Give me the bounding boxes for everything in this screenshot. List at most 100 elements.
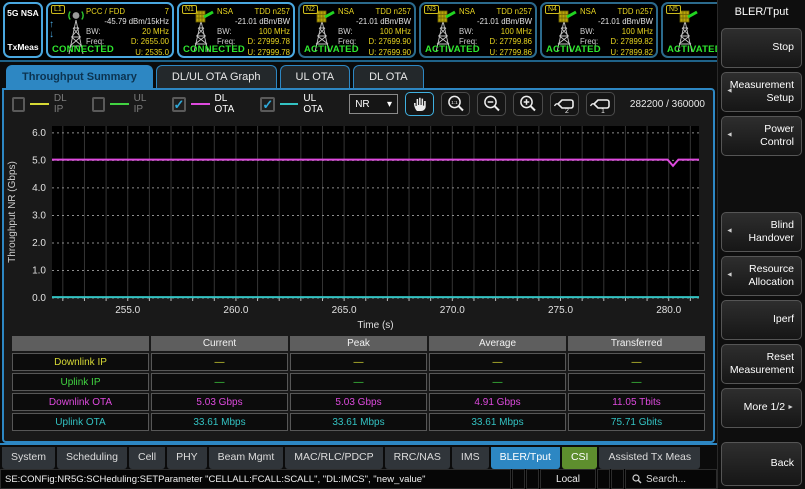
bottom-tab-assisted-tx-meas[interactable]: Assisted Tx Meas <box>599 447 700 469</box>
row-label: Downlink IP <box>12 353 149 371</box>
pan-button[interactable] <box>405 92 434 116</box>
svg-text:0.0: 0.0 <box>32 293 46 304</box>
tab-ul-ota[interactable]: UL OTA <box>280 65 351 88</box>
bottom-tab-ims[interactable]: IMS <box>452 447 489 469</box>
ul-dl-arrows-icon: ↑↓ <box>49 20 54 40</box>
bw-value: 100 MHz <box>622 27 653 37</box>
freq-ul: U: 2535.0 <box>135 48 169 58</box>
legend-checkbox[interactable]: ✓ <box>172 97 187 112</box>
bw-label: BW: <box>217 27 232 37</box>
bottom-tab-csi[interactable]: CSI <box>562 447 598 469</box>
submenu-left-arrow-icon: ◄ <box>726 228 733 237</box>
cell-title-row: PCC / FDD7 <box>86 7 169 17</box>
svg-text:265.0: 265.0 <box>332 305 357 316</box>
cell-panel-l1[interactable]: L1↑↓PCC / FDD7-45.79 dBm/15kHzBW:20 MHzF… <box>46 2 174 58</box>
freq-ul: U: 27899.82 <box>611 48 653 58</box>
tab-dl-ul-ota-graph[interactable]: DL/UL OTA Graph <box>156 65 277 88</box>
table-row: Uplink IP———— <box>12 373 705 391</box>
tab-throughput-summary[interactable]: Throughput Summary <box>6 65 153 88</box>
softkey-blind-handover[interactable]: ◄Blind Handover <box>721 212 802 252</box>
softkey-title: BLER/Tput <box>721 0 802 24</box>
row-value: 5.03 Gbps <box>290 393 427 411</box>
zoom-in-icon <box>518 94 538 114</box>
cell-connection-status: ACTIVATED <box>667 44 717 55</box>
cell-panel-n3[interactable]: N3NSATDD n257-21.01 dBm/BWBW:100 MHzFreq… <box>419 2 537 58</box>
bottom-tab-bler-tput[interactable]: BLER/Tput <box>491 447 560 469</box>
cell-title-row: NSATDD n257 <box>459 7 532 17</box>
throughput-table: CurrentPeakAverageTransferredDownlink IP… <box>10 334 707 433</box>
status-cell-2 <box>526 469 539 489</box>
cell-panel-n2[interactable]: N2NSATDD n257-21.01 dBm/BWBW:100 MHzFreq… <box>298 2 416 58</box>
throughput-chart[interactable]: 0.01.02.03.04.05.06.0255.0260.0265.0270.… <box>4 118 713 332</box>
scpi-command-text: SE:CONFig:NR5G:SCHeduling:SETParameter "… <box>0 469 511 489</box>
graph-toolbar: DL IPUL IP✓DL OTA✓UL OTANR▾1:121282200 /… <box>4 90 713 118</box>
cell-panel-n1[interactable]: N1NSATDD n257-21.01 dBm/BWBW:100 MHzFreq… <box>177 2 295 58</box>
cell-mode: NSA <box>217 7 233 17</box>
cell-band: 7 <box>165 7 169 17</box>
zoom-out-icon <box>482 94 502 114</box>
legend-checkbox[interactable] <box>92 97 105 112</box>
cell-mode: NSA <box>338 7 354 17</box>
bottom-tab-system[interactable]: System <box>2 447 55 469</box>
zoom-1-1-button[interactable]: 1:1 <box>441 92 470 116</box>
bottom-tab-mac-rlc-pdcp[interactable]: MAC/RLC/PDCP <box>285 447 382 469</box>
cell-power: -21.01 dBm/BW <box>459 17 532 27</box>
y-axis-label: Throughput NR (Gbps) <box>7 161 18 263</box>
bottom-tab-rrc-nas[interactable]: RRC/NAS <box>385 447 450 469</box>
status-bar: SE:CONFig:NR5G:SCHeduling:SETParameter "… <box>0 469 717 489</box>
tech-select[interactable]: NR▾ <box>349 94 398 114</box>
zoom-out-button[interactable] <box>477 92 506 116</box>
cell-badge: N3 <box>424 5 439 14</box>
softkey-more-1-2[interactable]: More 1/2► <box>721 388 802 428</box>
legend-checkbox[interactable]: ✓ <box>260 97 275 112</box>
zoom-region-2-button[interactable]: 2 <box>550 92 579 116</box>
bottom-tab-cell[interactable]: Cell <box>129 447 165 469</box>
bw-label: BW: <box>338 27 353 37</box>
softkey-back[interactable]: Back <box>721 442 802 486</box>
row-value: — <box>290 373 427 391</box>
softkey-power-control[interactable]: ◄Power Control <box>721 116 802 156</box>
table-header-cell: Peak <box>290 336 427 351</box>
svg-text:1:1: 1:1 <box>451 100 458 105</box>
softkey-reset-measurement[interactable]: Reset Measurement <box>721 344 802 384</box>
local-mode-indicator[interactable]: Local <box>540 469 596 489</box>
cell-connection-status: CONNECTED <box>183 44 245 55</box>
bw-value: 20 MHz <box>142 27 169 37</box>
softkey-label: Reset Measurement <box>730 351 794 377</box>
submenu-left-arrow-icon: ◄ <box>726 272 733 281</box>
legend-checkbox[interactable] <box>12 97 25 112</box>
svg-text:1: 1 <box>601 108 605 114</box>
svg-text:275.0: 275.0 <box>548 305 573 316</box>
legend-line-sample <box>191 103 209 105</box>
instrument-brand: 5G NSA TxMeas <box>3 2 43 58</box>
cell-band: TDD n257 <box>254 7 290 17</box>
cell-badge: N2 <box>303 5 318 14</box>
search-box[interactable]: Search... <box>625 469 717 489</box>
softkey-iperf[interactable]: Iperf <box>721 300 802 340</box>
row-value: — <box>290 353 427 371</box>
brand-line1: 5G NSA <box>7 8 39 18</box>
legend-ul-ota: ✓ UL OTA <box>260 93 332 115</box>
softkey-measurement-setup[interactable]: ◄Measurement Setup <box>721 72 802 112</box>
bottom-tab-scheduling[interactable]: Scheduling <box>57 447 127 469</box>
row-value: 75.71 Gbits <box>568 413 705 431</box>
svg-text:3.0: 3.0 <box>32 210 46 221</box>
table-row: Downlink IP———— <box>12 353 705 371</box>
softkey-stop[interactable]: Stop <box>721 28 802 68</box>
svg-text:280.0: 280.0 <box>656 305 681 316</box>
bottom-tab-phy[interactable]: PHY <box>167 447 207 469</box>
zoom-in-button[interactable] <box>513 92 542 116</box>
softkey-label: Blind Handover <box>735 219 794 245</box>
legend-line-sample <box>30 103 49 105</box>
legend-line-sample <box>280 103 298 105</box>
cell-panel-n5[interactable]: N5ACTIVATED <box>661 2 717 58</box>
tab-dl-ota[interactable]: DL OTA <box>353 65 424 88</box>
cell-bw-row: BW:100 MHz <box>338 27 411 37</box>
zoom-region-1-button[interactable]: 1 <box>586 92 615 116</box>
cell-panel-n4[interactable]: N4NSATDD n257-21.01 dBm/BWBW:100 MHzFreq… <box>540 2 658 58</box>
row-label: Uplink IP <box>12 373 149 391</box>
row-value: 33.61 Mbps <box>429 413 566 431</box>
bottom-tab-beam-mgmt[interactable]: Beam Mgmt <box>209 447 284 469</box>
legend-label: UL OTA <box>303 93 332 115</box>
softkey-resource-allocation[interactable]: ◄Resource Allocation <box>721 256 802 296</box>
